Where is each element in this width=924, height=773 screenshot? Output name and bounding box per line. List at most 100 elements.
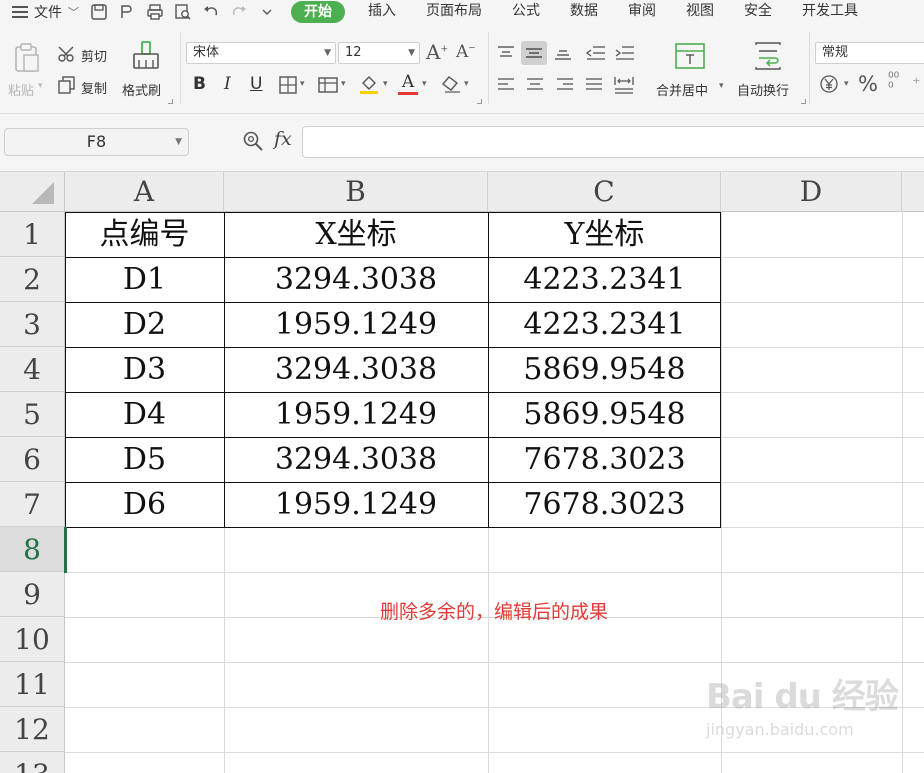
percent-icon[interactable]: % [858,72,878,96]
cell-b1[interactable]: X坐标 [224,212,488,257]
merge-center-button[interactable]: 合并居中 [656,80,708,99]
increase-font-size-icon[interactable]: A+ [426,40,448,64]
tab-insert[interactable]: 插入 [353,0,411,24]
distributed-align-icon[interactable] [613,75,635,95]
number-format-select[interactable]: 常规 [815,42,924,64]
row-header-7[interactable]: 7 [0,482,65,527]
customize-toolbar-icon[interactable] [257,2,277,22]
row-header-10[interactable]: 10 [0,617,65,662]
align-left-icon[interactable] [496,76,516,94]
paste-icon[interactable] [12,42,42,72]
cell-a3[interactable]: D2 [65,302,224,347]
cell-a7[interactable]: D6 [65,482,224,527]
font-dialog-launcher[interactable] [477,99,482,104]
cell-style-dropdown-icon[interactable]: ▾ [341,79,346,89]
tab-review[interactable]: 审阅 [613,0,671,24]
tab-formulas[interactable]: 公式 [497,0,555,24]
fill-color-icon[interactable] [358,73,380,95]
cell-c6[interactable]: 7678.3023 [488,437,721,482]
currency-dropdown-icon[interactable]: ▾ [844,79,849,89]
paste-button[interactable]: 粘贴 [8,80,34,99]
column-header-b[interactable]: B [224,172,488,212]
cell-a1[interactable]: 点编号 [65,212,224,257]
print-preview-icon[interactable] [173,2,193,22]
cell-b5[interactable]: 1959.1249 [224,392,488,437]
cell-c4[interactable]: 5869.9548 [488,347,721,392]
cell-b6[interactable]: 3294.3038 [224,437,488,482]
formula-input[interactable] [302,126,924,158]
justify-icon[interactable] [584,76,604,94]
cell-style-icon[interactable] [318,76,338,94]
tab-data[interactable]: 数据 [555,0,613,24]
cell-b4[interactable]: 3294.3038 [224,347,488,392]
increase-indent-icon[interactable] [614,44,636,62]
tab-home[interactable]: 开始 [291,1,345,23]
cell-a2[interactable]: D1 [65,257,224,302]
cell-c2[interactable]: 4223.2341 [488,257,721,302]
cut-button[interactable]: 剪切 [81,46,107,65]
insert-function-icon[interactable]: fx [274,128,292,150]
cell-b7[interactable]: 1959.1249 [224,482,488,527]
italic-icon[interactable]: I [224,74,231,94]
row-header-4[interactable]: 4 [0,347,65,392]
align-center-icon[interactable] [525,76,545,94]
cell-c1[interactable]: Y坐标 [488,212,721,257]
tab-view[interactable]: 视图 [671,0,729,24]
decrease-indent-icon[interactable] [585,44,607,62]
wrap-text-button[interactable]: 自动换行 [737,80,789,99]
row-header-1[interactable]: 1 [0,212,65,257]
align-bottom-icon[interactable] [553,44,573,62]
cell-a4[interactable]: D3 [65,347,224,392]
clear-format-icon[interactable] [440,74,462,94]
name-box[interactable]: F8 ▼ [4,128,189,156]
font-size-select[interactable]: 12 ▼ [338,42,420,64]
worksheet-grid[interactable]: A B C D 1 2 3 4 5 6 7 8 9 10 11 12 13 点编… [0,172,924,773]
comma-style-icon[interactable]: ⁰⁰ ⁰ [888,71,899,95]
alignment-dialog-launcher[interactable] [801,99,806,104]
cell-a6[interactable]: D5 [65,437,224,482]
increase-decimal-icon[interactable]: ⁺ [912,74,920,93]
column-header-a[interactable]: A [65,172,224,212]
font-color-dropdown-icon[interactable]: ▾ [422,79,427,89]
column-header-c[interactable]: C [488,172,721,212]
column-header-d[interactable]: D [721,172,902,212]
align-right-icon[interactable] [555,76,575,94]
row-header-12[interactable]: 12 [0,707,65,752]
export-pdf-icon[interactable] [117,2,137,22]
tab-security[interactable]: 安全 [729,0,787,24]
cell-c7[interactable]: 7678.3023 [488,482,721,527]
format-painter-button[interactable]: 格式刷 [122,80,161,99]
merge-center-dropdown-icon[interactable]: ▾ [719,81,724,91]
redo-icon[interactable] [229,2,249,22]
select-all-button[interactable] [0,172,65,212]
cell-b3[interactable]: 1959.1249 [224,302,488,347]
file-menu[interactable]: 文件 ﹀ [12,0,79,24]
row-header-5[interactable]: 5 [0,392,65,437]
clear-format-dropdown-icon[interactable]: ▾ [464,79,469,89]
clipboard-dialog-launcher[interactable] [168,99,173,104]
cell-c3[interactable]: 4223.2341 [488,302,721,347]
borders-dropdown-icon[interactable]: ▾ [300,79,305,89]
borders-icon[interactable] [279,76,297,94]
tab-developer[interactable]: 开发工具 [787,0,873,24]
font-color-icon[interactable]: A [398,72,418,96]
row-header-9[interactable]: 9 [0,572,65,617]
print-icon[interactable] [145,2,165,22]
cell-b2[interactable]: 3294.3038 [224,257,488,302]
undo-icon[interactable] [201,2,221,22]
currency-icon[interactable] [819,74,841,94]
bold-icon[interactable]: B [193,74,206,94]
underline-icon[interactable]: U [250,74,262,94]
tab-page-layout[interactable]: 页面布局 [411,0,497,24]
save-icon[interactable] [89,2,109,22]
align-top-icon[interactable] [496,44,516,62]
copy-button[interactable]: 复制 [81,78,107,97]
row-header-13[interactable]: 13 [0,752,65,773]
paste-dropdown-icon[interactable]: ▾ [38,81,43,91]
font-name-select[interactable]: 宋体 ▼ [186,42,336,64]
align-middle-icon[interactable] [521,41,547,65]
row-header-6[interactable]: 6 [0,437,65,482]
cell-a5[interactable]: D4 [65,392,224,437]
row-header-2[interactable]: 2 [0,257,65,302]
decrease-font-size-icon[interactable]: A− [456,42,476,62]
